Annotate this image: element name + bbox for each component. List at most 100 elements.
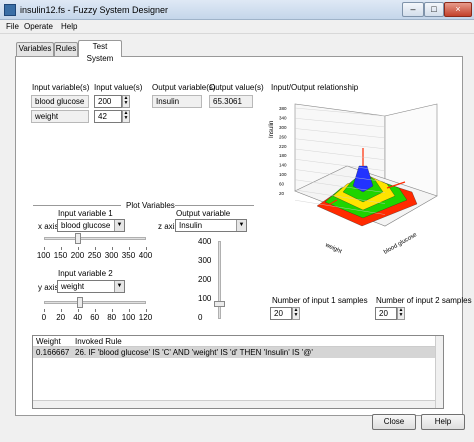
input1-samples-field[interactable]: 20 [270,307,292,320]
z-tick-label: 220 [279,144,287,149]
slider-tick [44,247,45,250]
y-slider-thumb[interactable] [77,297,83,308]
input1-samples-label: Number of input 1 samples [272,296,368,305]
input-variable-1-label: Input variable 1 [58,209,113,218]
output-value-1: 65.3061 [209,95,253,108]
z-tick-label: 380 [279,106,287,111]
input2-samples-stepper[interactable]: ▲ ▼ [397,307,405,320]
tab-test-system[interactable]: Test System [78,40,122,63]
input-variable-2-label: Input variable 2 [58,269,113,278]
output-variable-1: Insulin [152,95,202,108]
slider-tick [146,247,147,250]
title-bar: insulin12.fs - Fuzzy System Designer – □… [0,0,474,20]
input-values-header: Input value(s) [94,83,143,92]
window-close-button[interactable]: × [444,2,472,17]
z-tick-label: 260 [279,134,287,139]
input-variables-header: Input variable(s) [32,83,90,92]
menu-file[interactable]: File [6,22,19,31]
slider-tick [129,247,130,250]
z-slider-thumb[interactable] [214,301,225,307]
z-axis-select-value: Insulin [179,221,203,230]
output-variable-label: Output variable [176,209,231,218]
slider-tick [78,247,79,250]
input-value-1[interactable]: 200 [94,95,122,108]
z-tick-label: 180 [279,153,287,158]
z-tick-label: 20 [279,191,285,196]
slider-tick-label: 40 [73,313,83,322]
input-value-2-stepper[interactable]: ▲ ▼ [122,110,130,123]
y-axis-title: weight [323,242,342,255]
slider-tick-label: 60 [90,313,100,322]
menu-operate[interactable]: Operate [24,22,53,31]
tab-rules[interactable]: Rules [54,42,78,56]
y-slider-track [44,301,146,304]
slider-tick-label: 120 [138,313,153,322]
x-axis-select-value: blood glucose [61,221,111,230]
row-rule: 26. IF 'blood glucose' IS 'C' AND 'weigh… [75,348,313,357]
plot-title: Input/Output relationship [271,83,359,92]
x-axis-title: blood glucose [383,232,419,256]
slider-tick [95,309,96,312]
table-header: Weight Invoked Rule [33,336,443,347]
slider-tick-label: 100 [198,294,212,303]
chevron-down-icon: ▼ [114,220,124,231]
x-slider-scale: 100 150 200 250 300 350 400 [37,247,152,261]
y-slider-scale: 0 20 40 60 80 100 120 [41,309,152,323]
z-tick-label: 300 [279,125,287,130]
slider-tick [112,309,113,312]
slider-tick [61,247,62,250]
chevron-down-icon: ▼ [114,281,124,292]
z-axis-select[interactable]: Insulin ▼ [175,219,247,232]
slider-tick-label: 200 [70,251,85,260]
table-row[interactable]: 0.166667 26. IF 'blood glucose' IS 'C' A… [33,347,435,358]
row-weight: 0.166667 [36,348,70,357]
z-tick-label: 140 [279,163,287,168]
input2-samples-label: Number of input 2 samples [376,296,472,305]
output-values-header: Output value(s) [209,83,264,92]
rule-column-header[interactable]: Invoked Rule [75,337,122,346]
weight-column-header[interactable]: Weight [36,337,61,346]
slider-tick-label: 0 [198,313,203,322]
menu-help[interactable]: Help [61,22,77,31]
slider-tick-label: 100 [121,313,136,322]
slider-tick [146,309,147,312]
maximize-button[interactable]: □ [424,2,444,17]
y-axis-label: y axis [38,283,59,292]
plot-variables-title: Plot Variables [126,201,175,210]
x-slider-track [44,237,146,240]
slider-tick-label: 0 [41,313,47,322]
vertical-scrollbar[interactable] [435,336,443,408]
x-axis-label: x axis [38,222,59,231]
invoked-rules-table[interactable]: Weight Invoked Rule 0.166667 26. IF 'blo… [32,335,444,409]
z-slider-track [218,241,221,319]
x-slider-thumb[interactable] [75,233,81,244]
app-icon [4,4,16,16]
z-tick-label: 100 [279,172,287,177]
slider-tick-label: 300 [198,256,212,265]
slider-tick-label: 400 [198,237,212,246]
chevron-down-icon: ▼ [236,220,246,231]
input-value-2[interactable]: 42 [94,110,122,123]
help-button[interactable]: Help [421,414,465,430]
tab-variables[interactable]: Variables [16,42,54,56]
slider-tick-label: 250 [87,251,102,260]
output-variables-header: Output variable(s) [152,83,216,92]
input-value-1-stepper[interactable]: ▲ ▼ [122,95,130,108]
y-axis-select[interactable]: weight ▼ [57,280,125,293]
x-axis-select[interactable]: blood glucose ▼ [57,219,125,232]
z-axis-slider[interactable] [214,241,226,319]
input1-samples-stepper[interactable]: ▲ ▼ [292,307,300,320]
horizontal-scrollbar[interactable] [33,400,435,408]
minimize-button[interactable]: – [402,2,424,17]
input2-samples-field[interactable]: 20 [375,307,397,320]
plot-vars-divider-right [175,205,254,206]
plot-vars-divider-left [33,205,121,206]
slider-tick-label: 20 [56,313,66,322]
window-title: insulin12.fs - Fuzzy System Designer [20,5,169,15]
slider-tick-label: 80 [107,313,117,322]
input-variable-1: blood glucose [31,95,89,108]
close-button[interactable]: Close [372,414,416,430]
slider-tick [95,247,96,250]
slider-tick-label: 300 [104,251,119,260]
io-relationship-3d-plot[interactable]: 380 340 300 260 220 180 140 100 60 20 Insulin blo… [267,96,451,286]
